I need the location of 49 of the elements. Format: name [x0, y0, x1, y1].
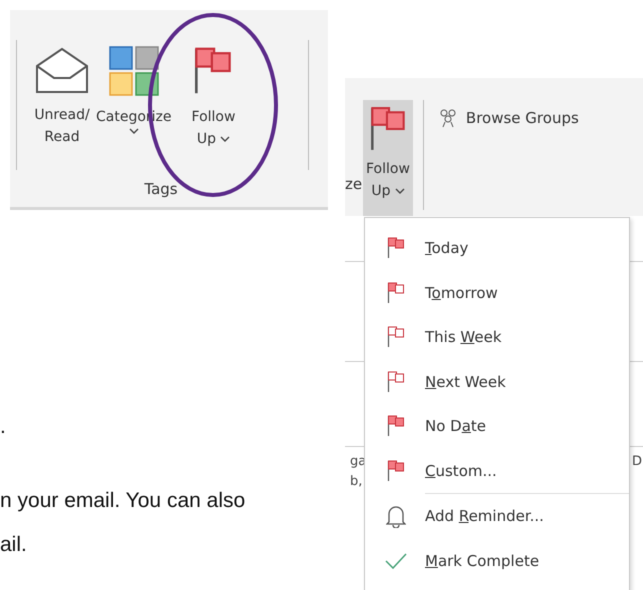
follow-up-button[interactable]: Follow Up [363, 100, 413, 216]
flag-icon [387, 237, 405, 260]
menu-item-label: This Week [425, 328, 502, 346]
button-label: Browse Groups [466, 109, 579, 127]
button-label: Up [196, 130, 216, 149]
flag-icon [193, 46, 234, 96]
menu-item[interactable]: Mark Complete [365, 538, 629, 583]
flag-icon [387, 282, 405, 304]
menu-item-label: Today [425, 239, 468, 258]
button-label: Follow [192, 108, 236, 127]
bell-icon [386, 504, 406, 528]
chevron-down-icon [220, 136, 230, 142]
ribbon-button[interactable]: Unread/ Read [31, 40, 93, 152]
menu-item[interactable]: Today [365, 226, 629, 270]
menu-item[interactable]: No Date [365, 404, 629, 448]
menu-item[interactable]: Next Week [365, 360, 629, 404]
document-text: n your email. You can also [0, 488, 246, 514]
button-label: Read [44, 128, 80, 147]
people-icon [438, 108, 458, 128]
menu-item-label: Next Week [425, 372, 506, 391]
group-label: Tags [143, 180, 179, 198]
background-text: D [632, 454, 642, 469]
button-label: Unread/ [34, 106, 90, 125]
menu-item[interactable]: Add Reminder... [365, 494, 629, 538]
browse-groups-button[interactable]: Browse Groups [438, 108, 579, 128]
button-label: Follow [366, 160, 410, 179]
flag-icon [368, 106, 407, 152]
categories-icon [108, 46, 159, 96]
background-text: b, [350, 474, 362, 489]
menu-item[interactable]: Custom... [365, 448, 629, 493]
flag-icon [387, 370, 405, 393]
check-icon [385, 552, 407, 570]
button-label: Up [371, 182, 391, 201]
menu-item-label: Mark Complete [425, 552, 540, 570]
chevron-down-icon [128, 128, 139, 135]
flag-icon [387, 415, 405, 438]
menu-item-label: Custom... [425, 462, 497, 480]
menu-item-label: No Date [425, 417, 486, 436]
document-text: . [0, 414, 6, 440]
menu-item[interactable]: This Week [365, 315, 629, 360]
chevron-down-icon [394, 188, 405, 194]
document-text: ail. [0, 532, 27, 558]
menu-item[interactable]: Tomorrow [365, 270, 629, 315]
button-label: ze [345, 175, 363, 193]
flag-icon [387, 326, 405, 348]
envelope-icon [34, 46, 90, 94]
flag-icon [387, 460, 405, 482]
menu-item-label: Add Reminder... [425, 507, 544, 526]
menu-item-label: Tomorrow [425, 284, 498, 302]
